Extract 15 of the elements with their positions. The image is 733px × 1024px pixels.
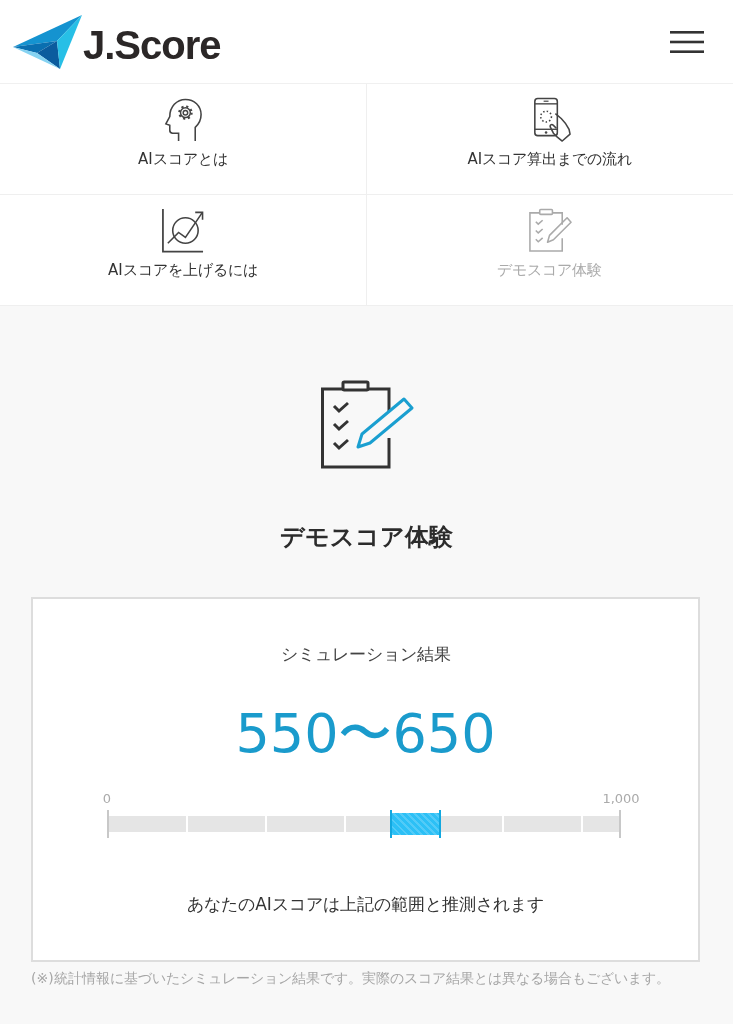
clipboard-pencil-icon	[319, 379, 414, 469]
clipboard-pencil-icon	[527, 208, 573, 253]
nav-item[interactable]: AIスコア算出までの流れ	[366, 84, 733, 195]
result-message: あなたのAIスコアは上記の範囲と推測されます	[187, 893, 544, 916]
menu-icon[interactable]	[670, 30, 704, 53]
page-title: デモスコア体験	[280, 522, 453, 553]
footnote: (※)統計情報に基づいたシミュレーション結果です。実際のスコア結果とは異なる場合もございます。	[31, 969, 671, 988]
logo-text: J.Score	[83, 24, 221, 65]
scale-min-label: 0	[102, 791, 112, 807]
card-heading: シミュレーション結果	[280, 643, 451, 666]
growth-chart-icon	[160, 208, 206, 253]
score-range-text: 550〜650	[235, 702, 496, 766]
logo-icon	[13, 14, 83, 69]
scale-max-label: 1,000	[602, 791, 640, 807]
nav-item[interactable]: AIスコアとは	[0, 84, 367, 195]
